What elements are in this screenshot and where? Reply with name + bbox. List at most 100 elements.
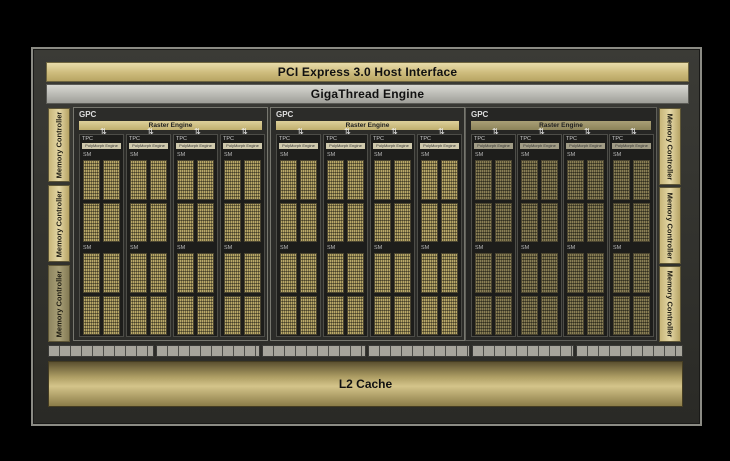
core-array: [224, 295, 241, 335]
core-array: [475, 160, 492, 200]
core-array: [280, 295, 297, 335]
arrows-icon: ⇅: [438, 127, 445, 136]
core-array: [103, 202, 120, 242]
memory-controller-left-1: Memory Controller: [48, 108, 70, 182]
tpc: ⇅ TPC PolyMorph Engine SM SM: [417, 128, 462, 337]
sm-label: SM: [224, 152, 233, 158]
core-array: [347, 253, 364, 293]
arrows-icon: ⇅: [241, 127, 248, 136]
core-array: [374, 295, 391, 335]
sm-block: [567, 253, 604, 335]
core-array: [633, 202, 650, 242]
core-array: [300, 253, 317, 293]
sm-label: SM: [613, 245, 622, 251]
memory-controller-label: Memory Controller: [54, 111, 64, 179]
core-array: [521, 202, 538, 242]
sm-block: [521, 160, 558, 242]
sm-label: SM: [374, 152, 383, 158]
core-array: [327, 160, 344, 200]
polymorph-engine: PolyMorph Engine: [326, 143, 365, 149]
polymorph-engine: PolyMorph Engine: [82, 143, 121, 149]
gpc-label: GPC: [79, 110, 97, 119]
core-array: [495, 202, 512, 242]
core-array: [567, 253, 584, 293]
core-array: [300, 295, 317, 335]
core-array: [587, 160, 604, 200]
core-array: [394, 295, 411, 335]
core-array: [177, 202, 194, 242]
crossbar-strip: [262, 345, 366, 357]
polymorph-engine: PolyMorph Engine: [129, 143, 168, 149]
polymorph-engine: PolyMorph Engine: [474, 143, 513, 149]
arrows-icon: ⇅: [584, 127, 591, 136]
tpc: ⇅ TPC PolyMorph Engine SM SM: [126, 128, 171, 337]
tpc-label: TPC: [612, 136, 623, 142]
core-array: [177, 253, 194, 293]
sm-label: SM: [521, 152, 530, 158]
memory-controller-right-1: Memory Controller: [659, 108, 681, 185]
tpc-label: TPC: [420, 136, 431, 142]
core-array: [177, 160, 194, 200]
core-array: [541, 202, 558, 242]
polymorph-engine: PolyMorph Engine: [520, 143, 559, 149]
core-array: [587, 295, 604, 335]
core-array: [374, 202, 391, 242]
tpc-label: TPC: [82, 136, 93, 142]
core-array: [613, 295, 630, 335]
core-array: [280, 253, 297, 293]
polymorph-engine: PolyMorph Engine: [566, 143, 605, 149]
polymorph-engine: PolyMorph Engine: [612, 143, 651, 149]
core-array: [197, 253, 214, 293]
core-array: [244, 253, 261, 293]
arrows-icon: ⇅: [100, 127, 107, 136]
gpc-label: GPC: [276, 110, 294, 119]
core-array: [197, 295, 214, 335]
sm-block: [374, 160, 411, 242]
tpc-label: TPC: [520, 136, 531, 142]
core-array: [150, 253, 167, 293]
core-array: [495, 295, 512, 335]
tpc: ⇅ TPC PolyMorph Engine SM SM: [323, 128, 368, 337]
core-array: [83, 202, 100, 242]
tpc: ⇅ TPC PolyMorph Engine SM SM: [173, 128, 218, 337]
sm-block: [280, 160, 317, 242]
sm-block: [613, 160, 650, 242]
sm-block: [177, 253, 214, 335]
tpc: ⇅ TPC PolyMorph Engine SM SM: [79, 128, 124, 337]
core-array: [421, 202, 438, 242]
core-array: [567, 160, 584, 200]
crossbar-strip: [156, 345, 260, 357]
core-array: [177, 295, 194, 335]
sm-label: SM: [83, 152, 92, 158]
core-array: [475, 253, 492, 293]
core-array: [244, 160, 261, 200]
gpc-2: GPC Raster Engine ⇅ TPC PolyMorph Engine…: [270, 107, 465, 341]
arrows-icon: ⇅: [147, 127, 154, 136]
memory-controller-right-2: Memory Controller: [659, 187, 681, 264]
core-array: [633, 160, 650, 200]
core-array: [83, 253, 100, 293]
core-array: [421, 295, 438, 335]
sm-label: SM: [421, 152, 430, 158]
core-array: [347, 160, 364, 200]
core-array: [150, 160, 167, 200]
crossbar-strip: [472, 345, 574, 357]
core-array: [130, 202, 147, 242]
core-array: [103, 295, 120, 335]
core-array: [280, 202, 297, 242]
arrows-icon: ⇅: [297, 127, 304, 136]
memory-controller-right-3: Memory Controller: [659, 266, 681, 342]
tpc: ⇅ TPC PolyMorph Engine SM SM: [517, 128, 562, 337]
tpc-label: TPC: [279, 136, 290, 142]
memory-controller-label: Memory Controller: [665, 113, 675, 180]
tpc-label: TPC: [474, 136, 485, 142]
memory-controller-label: Memory Controller: [54, 190, 64, 257]
sm-label: SM: [327, 245, 336, 251]
tpc: ⇅ TPC PolyMorph Engine SM SM: [609, 128, 654, 337]
core-array: [613, 160, 630, 200]
core-array: [327, 295, 344, 335]
raster-engine: Raster Engine: [276, 121, 459, 130]
core-array: [475, 202, 492, 242]
core-array: [244, 202, 261, 242]
sm-block: [421, 160, 458, 242]
